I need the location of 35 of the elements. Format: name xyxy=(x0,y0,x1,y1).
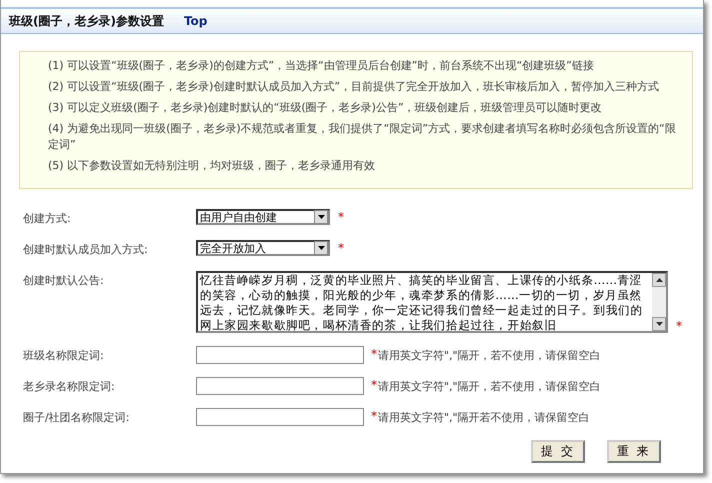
dropdown[interactable]: 由用户自由创建 xyxy=(196,209,330,225)
input-field[interactable] xyxy=(196,377,364,395)
field-label: 圈子/社团名称限定词: xyxy=(23,410,130,425)
note-text: (4) 为避免出现同一班级(圈子，老乡录)不规范或者重复，我们提供了“限定词”方式，要求创建者填写名称时必须包含所设置的“限定词” xyxy=(48,121,677,153)
page-title: 班级(圈子，老乡录)参数设置 xyxy=(9,12,164,30)
note-text: (5) 以下参数设置如无特别注明，均对班级，圈子，老乡录通用有效 xyxy=(48,158,376,174)
hint-text: 请用英文字符","隔开，若不使用，请保留空白 xyxy=(378,348,601,363)
top-link[interactable]: Top xyxy=(184,14,208,28)
dropdown[interactable]: 完全开放加入 xyxy=(196,240,330,256)
required-mark: * xyxy=(371,409,377,423)
input-field[interactable] xyxy=(196,408,364,426)
input-field[interactable] xyxy=(196,346,364,364)
field-label: 创建时默认公告: xyxy=(23,273,105,288)
field-label: 老乡录名称限定词: xyxy=(23,379,116,394)
required-mark: * xyxy=(338,210,344,224)
field-label: 创建方式: xyxy=(23,211,72,226)
submit-button[interactable]: 提 交 xyxy=(531,440,585,463)
required-mark: * xyxy=(676,319,682,333)
required-mark: * xyxy=(371,347,377,361)
field-label: 班级名称限定词: xyxy=(23,348,105,363)
note-text: (2) 可以设置“班级(圈子，老乡录)创建时默认成员加入方式”，目前提供了完全开放加入，班长审核后加入，暂停加入三种方式 xyxy=(48,79,660,95)
hint-text: 请用英文字符","隔开若不使用，请保留空白 xyxy=(378,410,590,425)
field-label: 创建时默认成员加入方式: xyxy=(23,242,149,257)
note-text: (1) 可以设置“班级(圈子，老乡录)的创建方式”，当选择“由管理员后台创建”时，前台系统不出现“创建班级”链接 xyxy=(48,58,595,74)
scroll-up-icon xyxy=(652,273,666,287)
reset-button[interactable]: 重 来 xyxy=(606,440,661,463)
scrollbar[interactable] xyxy=(652,273,666,331)
caret-icon xyxy=(314,210,328,224)
required-mark: * xyxy=(371,378,377,392)
textarea-field[interactable]: 忆往昔峥嵘岁月稠，泛黄的毕业照片、搞笑的毕业留言、上课传的小纸条……青涩的笑容，心动的触摸，阳光般的少年，魂牵梦系的倩影……一切的一切，岁月虽然远去，记忆就像昨天。老同学，你一定还记得我们曾经一起走过的日子。到我们的网上家园来歇歇脚吧，喝杯清香的茶，让我们拾起过往，开始叙旧 xyxy=(196,271,668,333)
hint-text: 请用英文字符","隔开，若不使用，请保留空白 xyxy=(378,379,601,394)
note-text: (3) 可以定义班级(圈子，老乡录)创建时默认的“班级(圈子，老乡录)公告”，班级创建后，班级管理员可以随时更改 xyxy=(48,100,603,116)
caret-icon xyxy=(314,241,328,255)
required-mark: * xyxy=(338,241,344,255)
scroll-down-icon xyxy=(652,317,666,331)
